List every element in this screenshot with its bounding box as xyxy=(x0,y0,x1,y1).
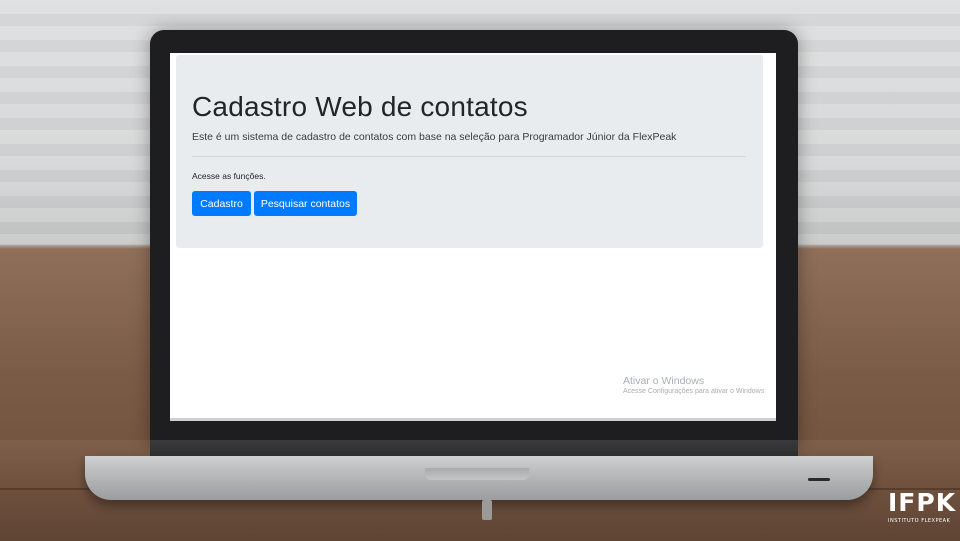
pen xyxy=(482,500,492,520)
divider xyxy=(192,156,746,157)
page-title: Cadastro Web de contatos xyxy=(192,91,528,122)
watermark-title: Ativar o Windows xyxy=(623,375,705,387)
cadastro-button[interactable]: Cadastro xyxy=(192,191,251,216)
laptop-led xyxy=(808,478,830,481)
lead-text: Este é um sistema de cadastro de contato… xyxy=(192,131,677,143)
hint-text: Acesse as funções. xyxy=(192,171,266,181)
logo-main-text: IFPK xyxy=(888,488,957,517)
ifpk-logo: IFPK INSTITUTO FLEXPEAK xyxy=(888,490,960,530)
laptop-notch xyxy=(425,468,529,480)
laptop-screen: Cadastro Web de contatos Este é um siste… xyxy=(170,53,776,421)
pesquisar-contatos-button[interactable]: Pesquisar contatos xyxy=(254,191,357,216)
photo-background: Cadastro Web de contatos Este é um siste… xyxy=(0,0,960,541)
watermark-subtitle: Acesse Configurações para ativar o Windo… xyxy=(623,388,765,395)
jumbotron: Cadastro Web de contatos Este é um siste… xyxy=(176,55,763,248)
logo-sub-text: INSTITUTO FLEXPEAK xyxy=(888,518,951,524)
windows-activation-watermark: Ativar o Windows Acesse Configurações pa… xyxy=(623,375,764,395)
